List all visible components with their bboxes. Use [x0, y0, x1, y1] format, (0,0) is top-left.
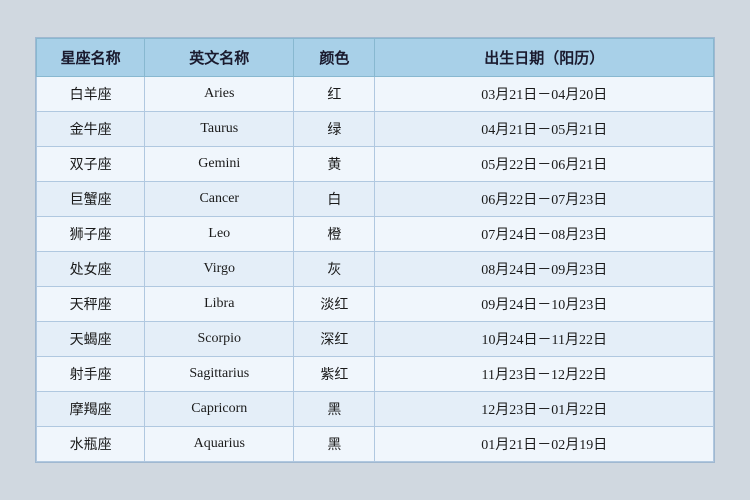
cell-english-name: Cancer — [145, 182, 294, 217]
cell-color: 红 — [294, 77, 375, 112]
table-row: 金牛座Taurus绿04月21日－05月21日 — [37, 112, 714, 147]
table-row: 处女座Virgo灰08月24日－09月23日 — [37, 252, 714, 287]
cell-color: 白 — [294, 182, 375, 217]
cell-english-name: Aries — [145, 77, 294, 112]
cell-chinese-name: 巨蟹座 — [37, 182, 145, 217]
cell-chinese-name: 处女座 — [37, 252, 145, 287]
header-date: 出生日期（阳历） — [375, 39, 714, 77]
table-row: 巨蟹座Cancer白06月22日－07月23日 — [37, 182, 714, 217]
cell-chinese-name: 双子座 — [37, 147, 145, 182]
cell-color: 黑 — [294, 427, 375, 462]
cell-date: 09月24日－10月23日 — [375, 287, 714, 322]
cell-color: 黑 — [294, 392, 375, 427]
cell-english-name: Virgo — [145, 252, 294, 287]
table-body: 白羊座Aries红03月21日－04月20日金牛座Taurus绿04月21日－0… — [37, 77, 714, 462]
cell-color: 深红 — [294, 322, 375, 357]
table-row: 天秤座Libra淡红09月24日－10月23日 — [37, 287, 714, 322]
cell-color: 绿 — [294, 112, 375, 147]
cell-date: 07月24日－08月23日 — [375, 217, 714, 252]
cell-date: 10月24日－11月22日 — [375, 322, 714, 357]
cell-chinese-name: 水瓶座 — [37, 427, 145, 462]
cell-english-name: Leo — [145, 217, 294, 252]
cell-date: 01月21日－02月19日 — [375, 427, 714, 462]
cell-date: 03月21日－04月20日 — [375, 77, 714, 112]
cell-date: 11月23日－12月22日 — [375, 357, 714, 392]
table-row: 天蝎座Scorpio深红10月24日－11月22日 — [37, 322, 714, 357]
cell-date: 12月23日－01月22日 — [375, 392, 714, 427]
header-color: 颜色 — [294, 39, 375, 77]
table-row: 射手座Sagittarius紫红11月23日－12月22日 — [37, 357, 714, 392]
table-row: 双子座Gemini黄05月22日－06月21日 — [37, 147, 714, 182]
cell-chinese-name: 白羊座 — [37, 77, 145, 112]
cell-english-name: Gemini — [145, 147, 294, 182]
cell-english-name: Taurus — [145, 112, 294, 147]
header-english-name: 英文名称 — [145, 39, 294, 77]
cell-chinese-name: 天蝎座 — [37, 322, 145, 357]
cell-chinese-name: 狮子座 — [37, 217, 145, 252]
cell-color: 橙 — [294, 217, 375, 252]
cell-chinese-name: 射手座 — [37, 357, 145, 392]
table-header-row: 星座名称 英文名称 颜色 出生日期（阳历） — [37, 39, 714, 77]
zodiac-table-container: 星座名称 英文名称 颜色 出生日期（阳历） 白羊座Aries红03月21日－04… — [35, 37, 715, 463]
cell-color: 灰 — [294, 252, 375, 287]
cell-english-name: Sagittarius — [145, 357, 294, 392]
cell-english-name: Scorpio — [145, 322, 294, 357]
table-row: 摩羯座Capricorn黑12月23日－01月22日 — [37, 392, 714, 427]
table-row: 水瓶座Aquarius黑01月21日－02月19日 — [37, 427, 714, 462]
cell-date: 04月21日－05月21日 — [375, 112, 714, 147]
cell-chinese-name: 金牛座 — [37, 112, 145, 147]
header-chinese-name: 星座名称 — [37, 39, 145, 77]
cell-color: 黄 — [294, 147, 375, 182]
table-row: 狮子座Leo橙07月24日－08月23日 — [37, 217, 714, 252]
cell-date: 08月24日－09月23日 — [375, 252, 714, 287]
cell-color: 紫红 — [294, 357, 375, 392]
cell-date: 05月22日－06月21日 — [375, 147, 714, 182]
cell-english-name: Aquarius — [145, 427, 294, 462]
cell-date: 06月22日－07月23日 — [375, 182, 714, 217]
cell-chinese-name: 天秤座 — [37, 287, 145, 322]
zodiac-table: 星座名称 英文名称 颜色 出生日期（阳历） 白羊座Aries红03月21日－04… — [36, 38, 714, 462]
cell-english-name: Capricorn — [145, 392, 294, 427]
table-row: 白羊座Aries红03月21日－04月20日 — [37, 77, 714, 112]
cell-color: 淡红 — [294, 287, 375, 322]
cell-english-name: Libra — [145, 287, 294, 322]
cell-chinese-name: 摩羯座 — [37, 392, 145, 427]
